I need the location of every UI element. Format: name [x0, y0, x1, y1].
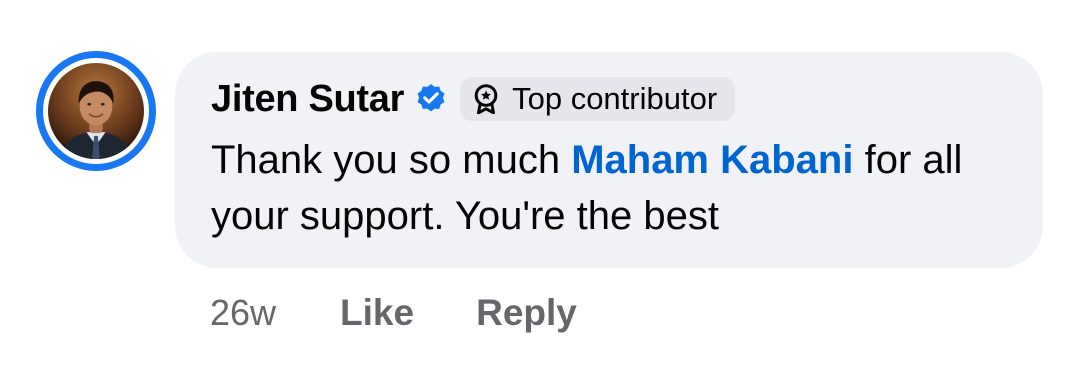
- reply-button[interactable]: Reply: [476, 292, 577, 334]
- verified-badge-icon: [417, 84, 445, 112]
- comment-timestamp[interactable]: 26w: [210, 292, 276, 334]
- comment-header: Jiten Sutar Top contributor: [211, 76, 736, 122]
- avatar[interactable]: [36, 51, 156, 171]
- top-contributor-badge[interactable]: Top contributor: [460, 77, 736, 121]
- badge-label: Top contributor: [512, 81, 718, 116]
- comment: Jiten Sutar Top contributor Thank you so…: [0, 0, 1080, 377]
- comment-actions: 26w Like Reply: [210, 290, 577, 336]
- comment-text: Thank you so much Maham Kabani for all y…: [211, 132, 1011, 244]
- top-contributor-icon: [474, 84, 498, 114]
- mention-link[interactable]: Maham Kabani: [571, 138, 853, 182]
- like-button[interactable]: Like: [340, 292, 414, 334]
- author-name[interactable]: Jiten Sutar: [211, 78, 404, 121]
- avatar-frame: [43, 58, 149, 164]
- profile-photo: [48, 63, 144, 159]
- comment-text-start: Thank you so much: [211, 138, 572, 182]
- comment-bubble: Jiten Sutar Top contributor Thank you so…: [175, 52, 1043, 268]
